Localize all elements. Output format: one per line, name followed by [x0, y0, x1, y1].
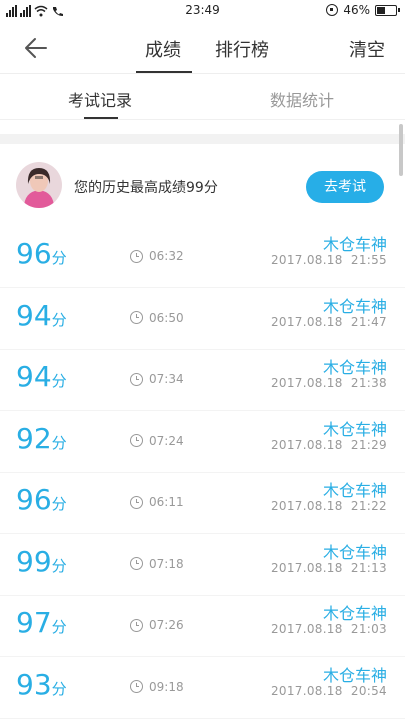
clock-icon	[130, 249, 143, 263]
battery-percent: 46%	[343, 3, 370, 17]
record-row[interactable]: 94分 07:34 木仓车神 2017.08.18 21:38	[0, 350, 405, 411]
record-datetime: 2017.08.18 21:38	[270, 376, 387, 390]
record-user-name: 木仓车神	[322, 542, 387, 562]
record-datetime: 2017.08.18 21:13	[270, 560, 387, 575]
record-user-name: 木仓车神	[322, 665, 387, 685]
score-unit: 分	[51, 556, 67, 575]
score-unit: 分	[51, 679, 67, 698]
score-value: 94	[16, 298, 52, 332]
clock-icon	[130, 311, 143, 324]
clock-icon	[130, 372, 143, 386]
record-row[interactable]: 94分 06:50 木仓车神 2017.08.18 21:47	[0, 289, 405, 350]
duration-value: 07:18	[149, 556, 184, 571]
record-datetime: 2017.08.18 20:54	[270, 683, 387, 698]
best-score-text: 您的历史最高成绩99分	[74, 180, 218, 196]
score-value: 97	[16, 606, 52, 639]
record-user-name: 木仓车神	[322, 358, 387, 377]
score-value: 96	[16, 237, 52, 270]
record-duration: 09:18	[130, 680, 184, 694]
record-duration: 07:34	[130, 372, 184, 386]
score-value: 94	[16, 360, 52, 393]
record-user-name: 木仓车神	[322, 296, 387, 316]
clear-button[interactable]: 清空	[349, 36, 385, 62]
record-score: 94分	[16, 360, 67, 393]
record-row[interactable]: 93分 09:18 木仓车神 2017.08.18 20:54	[0, 658, 405, 719]
record-row[interactable]: 99分 07:18 木仓车神 2017.08.18 21:13	[0, 535, 405, 596]
duration-value: 07:24	[149, 433, 184, 448]
subtab-exam-records[interactable]: 考试记录	[68, 87, 132, 111]
record-score: 93分	[16, 668, 67, 701]
clock-icon	[130, 557, 143, 570]
rotation-lock-icon	[326, 4, 339, 16]
record-user-name: 木仓车神	[322, 481, 387, 500]
clock-icon	[130, 618, 143, 632]
record-score: 96分	[16, 237, 67, 270]
score-value: 93	[16, 667, 52, 701]
best-score-banner: 您的历史最高成绩99分 去考试	[0, 144, 405, 226]
duration-value: 07:26	[149, 618, 184, 632]
record-datetime: 2017.08.18 21:22	[270, 499, 387, 513]
score-unit: 分	[51, 372, 67, 390]
duration-value: 06:50	[149, 310, 184, 325]
record-duration: 07:26	[130, 618, 184, 632]
score-unit: 分	[51, 495, 67, 513]
score-value: 99	[16, 544, 52, 578]
clock-icon	[130, 495, 143, 509]
duration-value: 09:18	[149, 679, 184, 694]
duration-value: 07:34	[149, 372, 184, 386]
score-value: 96	[16, 483, 52, 516]
record-score: 99分	[16, 545, 67, 578]
record-duration: 07:24	[130, 434, 184, 448]
score-unit: 分	[51, 249, 67, 267]
record-score: 94分	[16, 299, 67, 332]
score-unit: 分	[51, 618, 67, 636]
take-exam-button[interactable]: 去考试	[306, 171, 384, 203]
record-duration: 06:11	[130, 495, 184, 509]
record-user-name: 木仓车神	[322, 235, 387, 254]
top-navigation: 成绩 排行榜 清空	[0, 22, 405, 74]
clock-icon	[130, 434, 143, 447]
score-unit: 分	[51, 433, 67, 452]
score-value: 92	[16, 421, 52, 455]
battery-icon	[375, 4, 400, 16]
duration-value: 06:11	[149, 495, 184, 509]
record-duration: 07:18	[130, 557, 184, 571]
record-row[interactable]: 97分 07:26 木仓车神 2017.08.18 21:03	[0, 596, 405, 657]
record-user-name: 木仓车神	[322, 604, 387, 623]
record-score: 97分	[16, 606, 67, 639]
score-unit: 分	[51, 310, 67, 329]
status-right: 46%	[326, 3, 400, 17]
sub-tabs: 考试记录 数据统计	[0, 75, 405, 120]
record-datetime: 2017.08.18 21:29	[270, 437, 387, 452]
record-row[interactable]: 92分 07:24 木仓车神 2017.08.18 21:29	[0, 412, 405, 473]
record-row[interactable]: 96分 06:32 木仓车神 2017.08.18 21:55	[0, 227, 405, 288]
record-row[interactable]: 96分 06:11 木仓车神 2017.08.18 21:22	[0, 473, 405, 534]
record-score: 96分	[16, 483, 67, 516]
tab-ranking[interactable]: 排行榜	[215, 36, 269, 62]
avatar[interactable]	[16, 162, 62, 208]
duration-value: 06:32	[149, 249, 184, 263]
scrollbar[interactable]	[399, 124, 403, 176]
record-duration: 06:32	[130, 249, 184, 263]
record-duration: 06:50	[130, 311, 184, 325]
tab-scores[interactable]: 成绩	[145, 36, 181, 62]
section-divider	[0, 134, 405, 144]
subtab-active-indicator	[84, 117, 118, 119]
record-user-name: 木仓车神	[322, 419, 387, 439]
subtab-data-stats[interactable]: 数据统计	[270, 87, 334, 111]
record-datetime: 2017.08.18 21:47	[270, 314, 387, 329]
record-datetime: 2017.08.18 21:03	[270, 622, 387, 636]
record-datetime: 2017.08.18 21:55	[270, 253, 387, 267]
tab-active-indicator	[136, 71, 192, 73]
clock-icon	[130, 680, 143, 693]
back-arrow-icon[interactable]	[22, 34, 50, 62]
status-bar: 23:49 46%	[0, 0, 405, 22]
record-score: 92分	[16, 422, 67, 455]
